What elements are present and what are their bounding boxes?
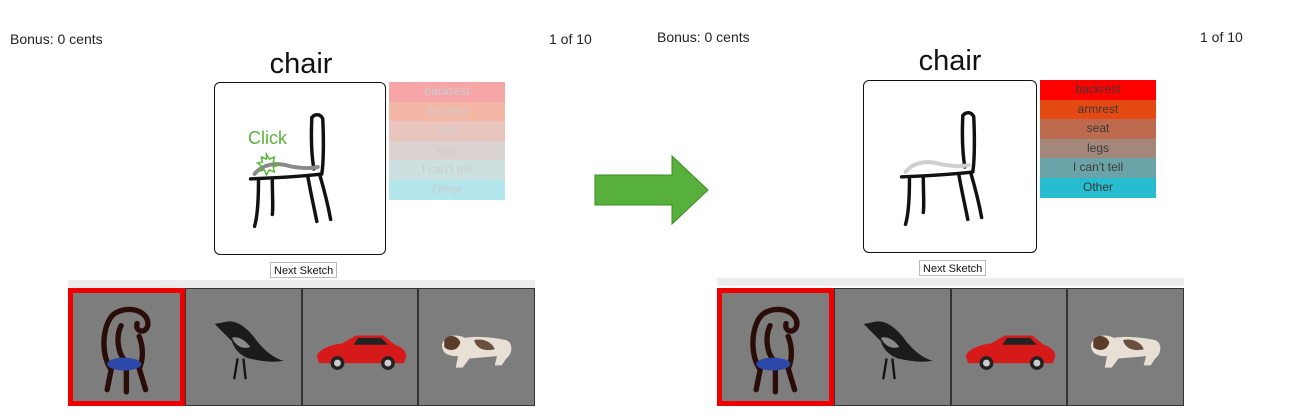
- car-icon: [965, 335, 1055, 370]
- crow-icon: [214, 321, 284, 380]
- label-armrest[interactable]: armrest: [389, 101, 505, 122]
- thumbnail-divider: [68, 280, 535, 288]
- bonus-text: Bonus: 0 cents: [657, 29, 750, 45]
- label-cant-tell[interactable]: I can't tell: [1040, 158, 1156, 178]
- chair-icon: [750, 306, 800, 395]
- thumbnail-chair[interactable]: [68, 288, 185, 406]
- dog-icon: [1091, 335, 1161, 368]
- sketch-title: chair: [918, 45, 982, 77]
- chair-icon: [101, 306, 151, 395]
- sketch-counter: 1 of 10: [1200, 29, 1243, 45]
- label-armrest[interactable]: armrest: [1040, 99, 1156, 120]
- click-hint: Click: [248, 128, 287, 148]
- thumbnail-strip: [68, 288, 535, 406]
- label-seat[interactable]: seat: [1040, 119, 1156, 139]
- label-other[interactable]: Other: [1040, 177, 1156, 198]
- left-panel: Bonus: 0 cents 1 of 10 chair Click backr…: [0, 0, 600, 418]
- thumbnail-crow[interactable]: [184, 288, 302, 406]
- dog-icon: [442, 335, 512, 368]
- right-panel: Bonus: 0 cents 1 of 10 chair backrest ar…: [649, 0, 1249, 418]
- next-sketch-button[interactable]: Next Sketch: [270, 262, 338, 278]
- thumbnail-strip: [717, 288, 1184, 406]
- next-sketch-button[interactable]: Next Sketch: [919, 260, 987, 276]
- thumbnail-car[interactable]: [950, 288, 1068, 406]
- thumbnail-dog[interactable]: [1067, 288, 1184, 406]
- thumbnail-crow[interactable]: [833, 288, 951, 406]
- label-seat[interactable]: seat: [389, 121, 505, 141]
- bonus-text: Bonus: 0 cents: [10, 31, 103, 47]
- label-cant-tell[interactable]: I can't tell: [389, 160, 505, 180]
- label-other[interactable]: Other: [389, 179, 505, 200]
- label-legs[interactable]: legs: [389, 140, 505, 161]
- part-labels: backrest armrest seat legs I can't tell …: [389, 82, 505, 200]
- sketch-counter: 1 of 10: [549, 31, 592, 47]
- thumbnail-dog[interactable]: [418, 288, 535, 406]
- thumbnail-divider: [717, 278, 1184, 286]
- chair-sketch: [899, 111, 984, 227]
- sketch-canvas[interactable]: [863, 80, 1037, 253]
- sketch-canvas[interactable]: Click: [214, 82, 386, 255]
- label-backrest[interactable]: backrest: [1040, 80, 1156, 100]
- label-legs[interactable]: legs: [1040, 138, 1156, 159]
- label-backrest[interactable]: backrest: [389, 82, 505, 102]
- car-icon: [316, 335, 406, 370]
- thumbnail-car[interactable]: [301, 288, 419, 406]
- crow-icon: [863, 321, 933, 380]
- part-labels: backrest armrest seat legs I can't tell …: [1040, 80, 1156, 198]
- sketch-title: chair: [269, 48, 333, 80]
- chair-sketch: [248, 113, 333, 229]
- thumbnail-chair[interactable]: [717, 288, 834, 406]
